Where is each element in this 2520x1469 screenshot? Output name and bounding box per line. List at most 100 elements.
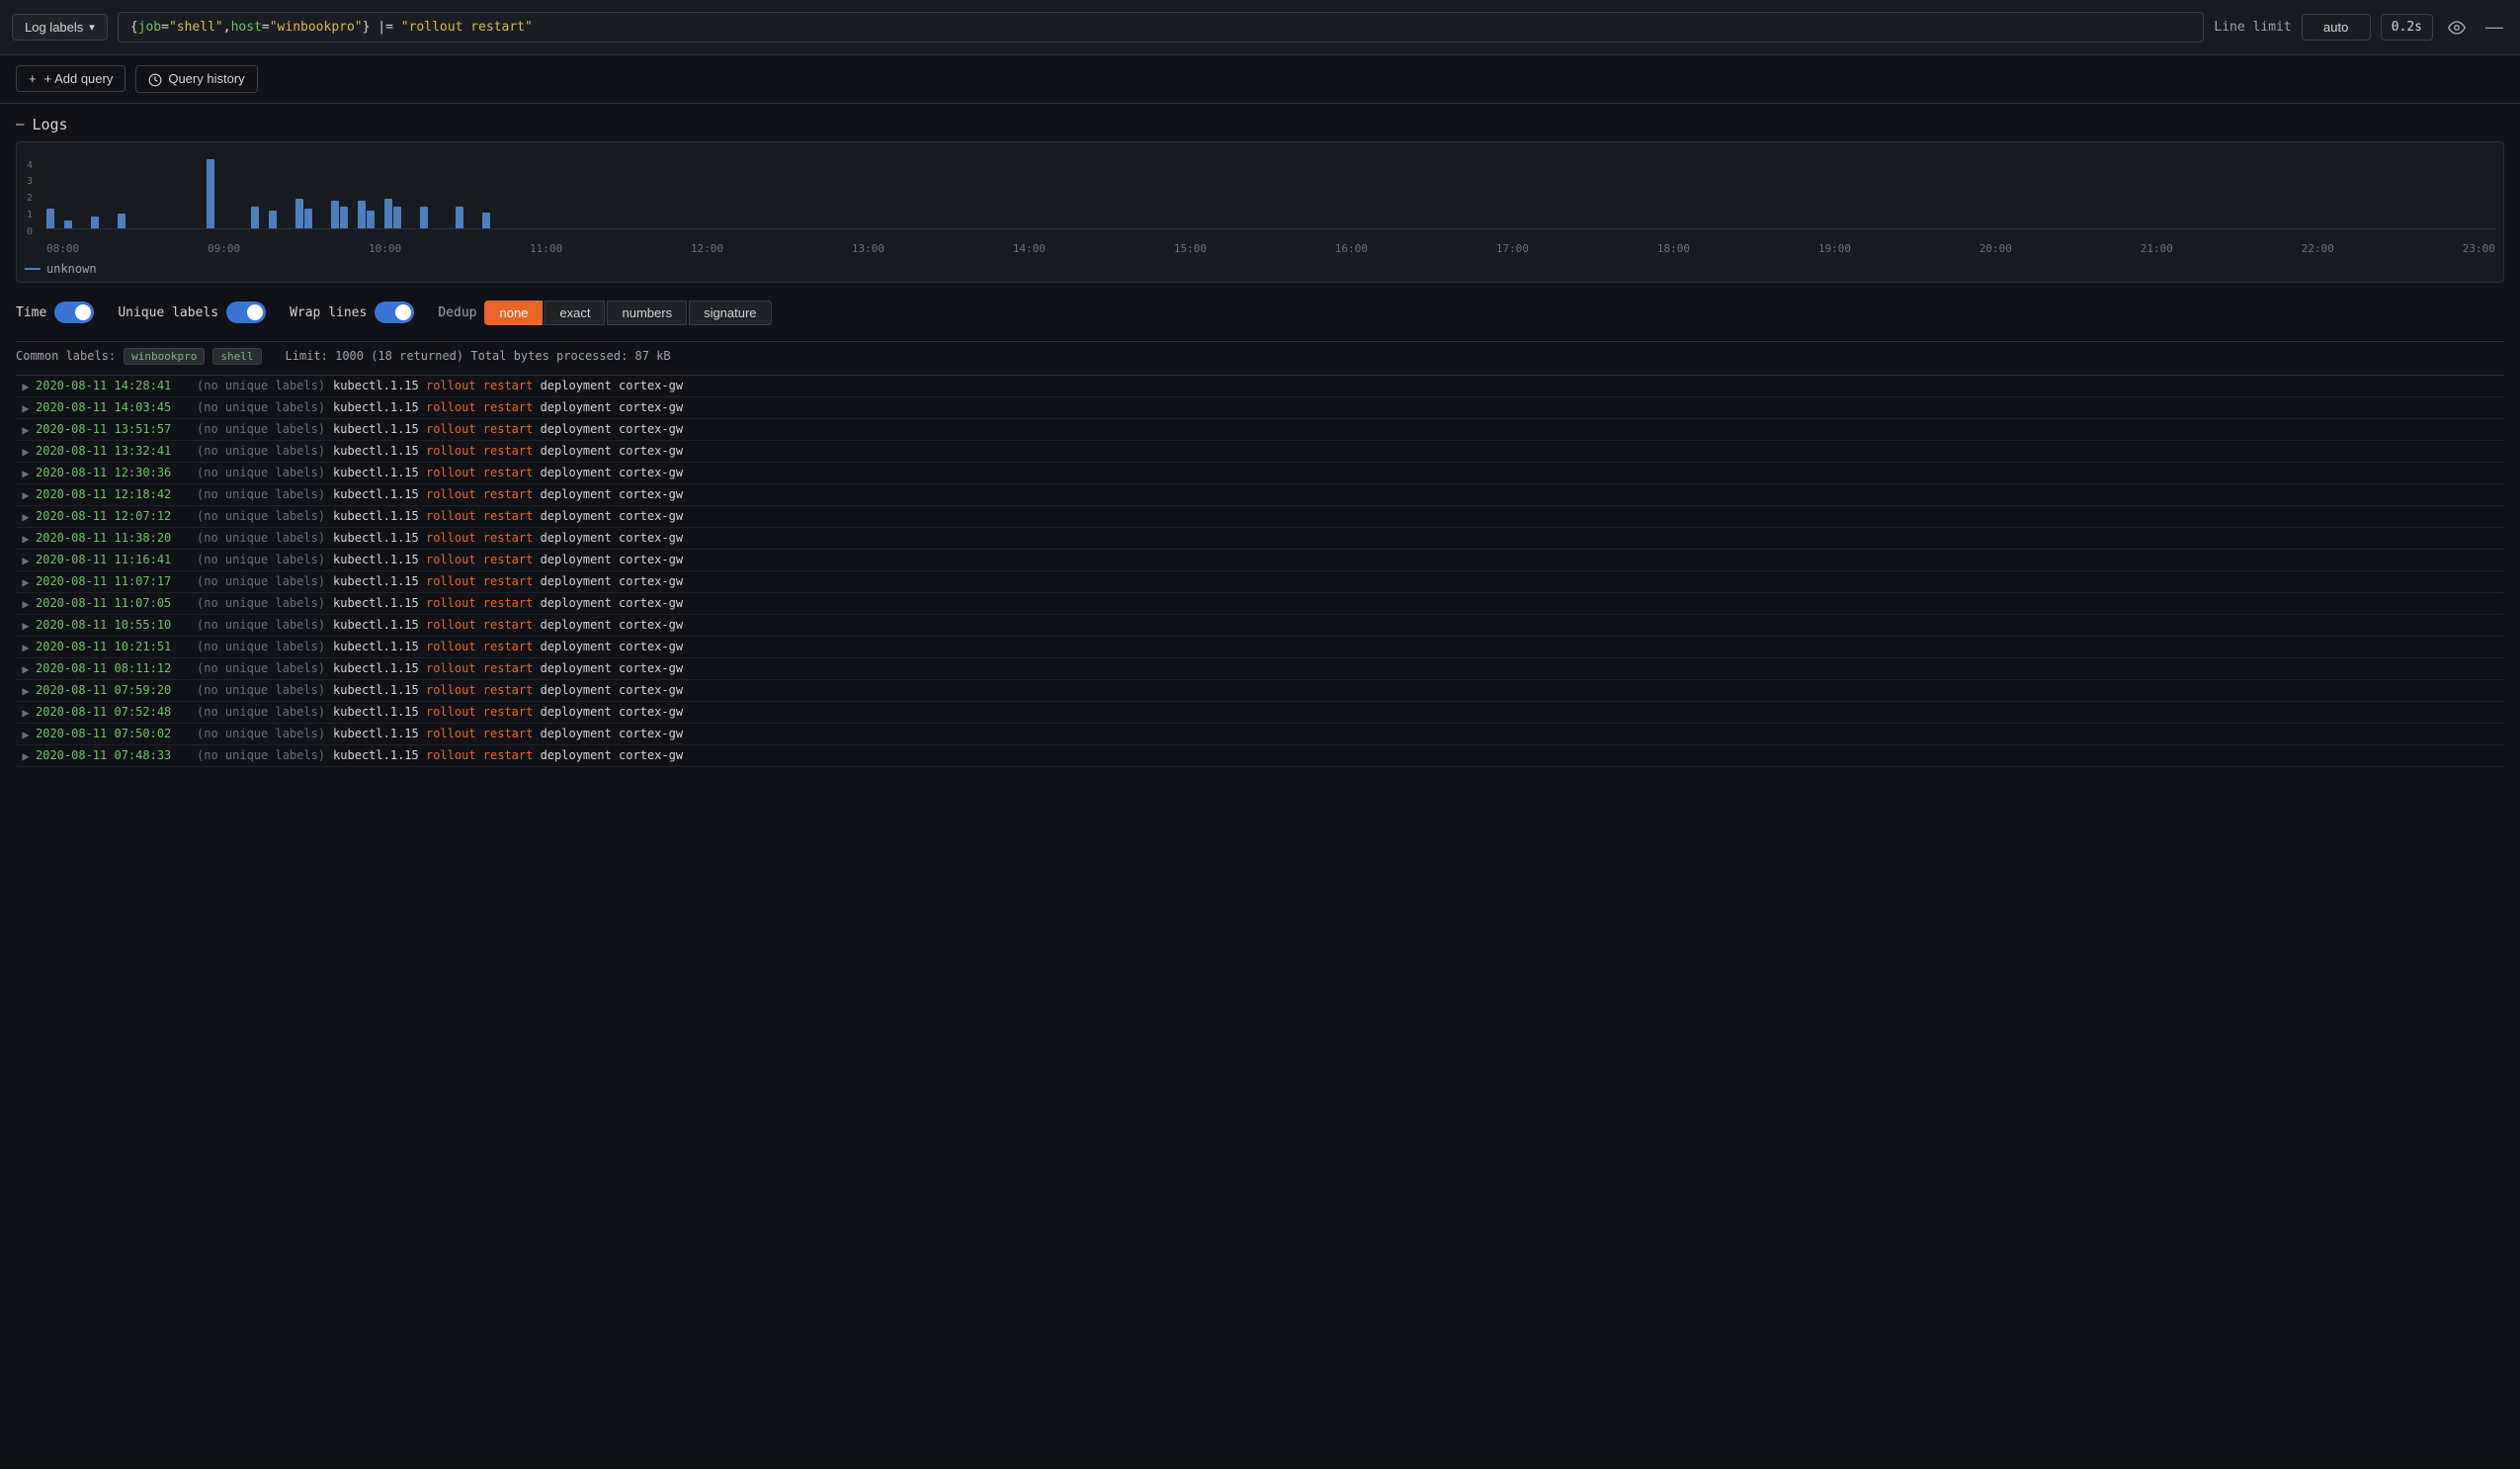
log-row[interactable]: ▶ 2020-08-11 13:51:57 (no unique labels)… <box>16 419 2504 441</box>
log-expand-icon: ▶ <box>16 509 36 524</box>
log-row[interactable]: ▶ 2020-08-11 12:18:42 (no unique labels)… <box>16 484 2504 506</box>
log-expand-icon: ▶ <box>16 640 36 654</box>
log-row[interactable]: ▶ 2020-08-11 12:30:36 (no unique labels)… <box>16 463 2504 484</box>
log-timestamp: 2020-08-11 10:55:10 <box>36 618 189 632</box>
dedup-btn-none[interactable]: none <box>484 301 543 325</box>
log-row[interactable]: ▶ 2020-08-11 14:03:45 (no unique labels)… <box>16 397 2504 419</box>
chart-bar <box>331 201 339 228</box>
toolbar: + + Add query Query history <box>0 55 2520 104</box>
dedup-btn-signature[interactable]: signature <box>689 301 771 325</box>
log-row[interactable]: ▶ 2020-08-11 07:52:48 (no unique labels)… <box>16 702 2504 724</box>
log-expand-icon: ▶ <box>16 727 36 741</box>
controls-bar: Time Unique labels Wrap lines Dedup none… <box>16 293 2504 333</box>
log-row[interactable]: ▶ 2020-08-11 07:59:20 (no unique labels)… <box>16 680 2504 702</box>
unique-labels-toggle[interactable] <box>226 302 266 323</box>
log-unique-labels: (no unique labels) <box>197 748 325 762</box>
log-unique-labels: (no unique labels) <box>197 400 325 414</box>
line-limit-label: Line limit <box>2214 20 2291 35</box>
log-unique-labels: (no unique labels) <box>197 640 325 653</box>
log-rows: ▶ 2020-08-11 14:28:41 (no unique labels)… <box>16 375 2504 767</box>
log-timestamp: 2020-08-11 11:38:20 <box>36 531 189 545</box>
log-timestamp: 2020-08-11 07:52:48 <box>36 705 189 719</box>
common-labels-bar: Common labels: winbookpro shell Limit: 1… <box>16 341 2504 371</box>
log-message: kubectl.1.15 rollout restart deployment … <box>333 422 2504 436</box>
log-row[interactable]: ▶ 2020-08-11 13:32:41 (no unique labels)… <box>16 441 2504 463</box>
log-timestamp: 2020-08-11 11:16:41 <box>36 553 189 566</box>
dedup-control: Dedup noneexactnumberssignature <box>438 301 771 325</box>
log-unique-labels: (no unique labels) <box>197 683 325 697</box>
log-row[interactable]: ▶ 2020-08-11 08:11:12 (no unique labels)… <box>16 658 2504 680</box>
chart-bar <box>393 207 401 228</box>
log-expand-icon: ▶ <box>16 444 36 459</box>
chart-bar <box>251 207 259 228</box>
add-query-button[interactable]: + + Add query <box>16 65 126 92</box>
log-labels-label: Log labels <box>25 20 83 35</box>
log-timestamp: 2020-08-11 08:11:12 <box>36 661 189 675</box>
log-row[interactable]: ▶ 2020-08-11 14:28:41 (no unique labels)… <box>16 376 2504 397</box>
dedup-buttons: noneexactnumberssignature <box>484 301 771 325</box>
time-toggle[interactable] <box>54 302 94 323</box>
plus-icon: + <box>29 71 37 86</box>
log-row[interactable]: ▶ 2020-08-11 07:50:02 (no unique labels)… <box>16 724 2504 745</box>
log-message: kubectl.1.15 rollout restart deployment … <box>333 683 2504 697</box>
add-query-label: + Add query <box>42 71 114 86</box>
log-expand-icon: ▶ <box>16 466 36 480</box>
log-message: kubectl.1.15 rollout restart deployment … <box>333 400 2504 414</box>
log-row[interactable]: ▶ 2020-08-11 07:48:33 (no unique labels)… <box>16 745 2504 767</box>
log-expand-icon: ▶ <box>16 400 36 415</box>
time-control: Time <box>16 302 94 323</box>
unique-labels-label: Unique labels <box>118 305 218 320</box>
log-expand-icon: ▶ <box>16 618 36 633</box>
line-limit-input[interactable] <box>2302 14 2371 41</box>
log-message: kubectl.1.15 rollout restart deployment … <box>333 574 2504 588</box>
minus-icon[interactable]: — <box>2480 12 2508 43</box>
log-expand-icon: ▶ <box>16 487 36 502</box>
wrap-lines-control: Wrap lines <box>290 302 414 323</box>
query-history-button[interactable]: Query history <box>135 65 257 93</box>
log-timestamp: 2020-08-11 13:32:41 <box>36 444 189 458</box>
wrap-lines-toggle[interactable] <box>375 302 414 323</box>
eye-icon[interactable] <box>2443 14 2471 42</box>
log-row[interactable]: ▶ 2020-08-11 12:07:12 (no unique labels)… <box>16 506 2504 528</box>
dedup-btn-numbers[interactable]: numbers <box>607 301 687 325</box>
chart-container: 4 3 2 1 0 08:00 09:00 10:00 11:00 12:00 … <box>16 141 2504 283</box>
chart-x-labels: 08:00 09:00 10:00 11:00 12:00 13:00 14:0… <box>46 239 2495 258</box>
unique-labels-control: Unique labels <box>118 302 266 323</box>
chevron-down-icon: ▾ <box>89 21 95 34</box>
label-badge-shell: shell <box>212 348 261 365</box>
log-row[interactable]: ▶ 2020-08-11 10:55:10 (no unique labels)… <box>16 615 2504 637</box>
log-unique-labels: (no unique labels) <box>197 509 325 523</box>
log-expand-icon: ▶ <box>16 748 36 763</box>
legend-line-icon <box>25 268 41 270</box>
history-icon <box>148 71 162 87</box>
log-row[interactable]: ▶ 2020-08-11 10:21:51 (no unique labels)… <box>16 637 2504 658</box>
log-timestamp: 2020-08-11 14:28:41 <box>36 379 189 392</box>
log-message: kubectl.1.15 rollout restart deployment … <box>333 748 2504 762</box>
log-message: kubectl.1.15 rollout restart deployment … <box>333 661 2504 675</box>
log-row[interactable]: ▶ 2020-08-11 11:16:41 (no unique labels)… <box>16 550 2504 571</box>
chart-bar <box>91 216 99 228</box>
log-message: kubectl.1.15 rollout restart deployment … <box>333 705 2504 719</box>
query-history-label: Query history <box>168 71 244 86</box>
dedup-btn-exact[interactable]: exact <box>545 301 605 325</box>
query-input[interactable]: {job="shell",host="winbookpro"} |= "roll… <box>118 12 2205 43</box>
log-row[interactable]: ▶ 2020-08-11 11:07:17 (no unique labels)… <box>16 571 2504 593</box>
log-timestamp: 2020-08-11 07:48:33 <box>36 748 189 762</box>
log-row[interactable]: ▶ 2020-08-11 11:07:05 (no unique labels)… <box>16 593 2504 615</box>
chart-bar <box>304 209 312 228</box>
chart-bar <box>269 211 277 228</box>
log-unique-labels: (no unique labels) <box>197 661 325 675</box>
log-timestamp: 2020-08-11 12:07:12 <box>36 509 189 523</box>
log-message: kubectl.1.15 rollout restart deployment … <box>333 487 2504 501</box>
log-message: kubectl.1.15 rollout restart deployment … <box>333 379 2504 392</box>
log-message: kubectl.1.15 rollout restart deployment … <box>333 553 2504 566</box>
log-message: kubectl.1.15 rollout restart deployment … <box>333 531 2504 545</box>
log-expand-icon: ▶ <box>16 683 36 698</box>
log-row[interactable]: ▶ 2020-08-11 11:38:20 (no unique labels)… <box>16 528 2504 550</box>
log-expand-icon: ▶ <box>16 574 36 589</box>
chart-bar <box>456 207 463 228</box>
chart-bar <box>482 213 490 228</box>
log-labels-button[interactable]: Log labels ▾ <box>12 14 108 41</box>
log-timestamp: 2020-08-11 07:59:20 <box>36 683 189 697</box>
collapse-icon[interactable]: — <box>16 117 24 132</box>
